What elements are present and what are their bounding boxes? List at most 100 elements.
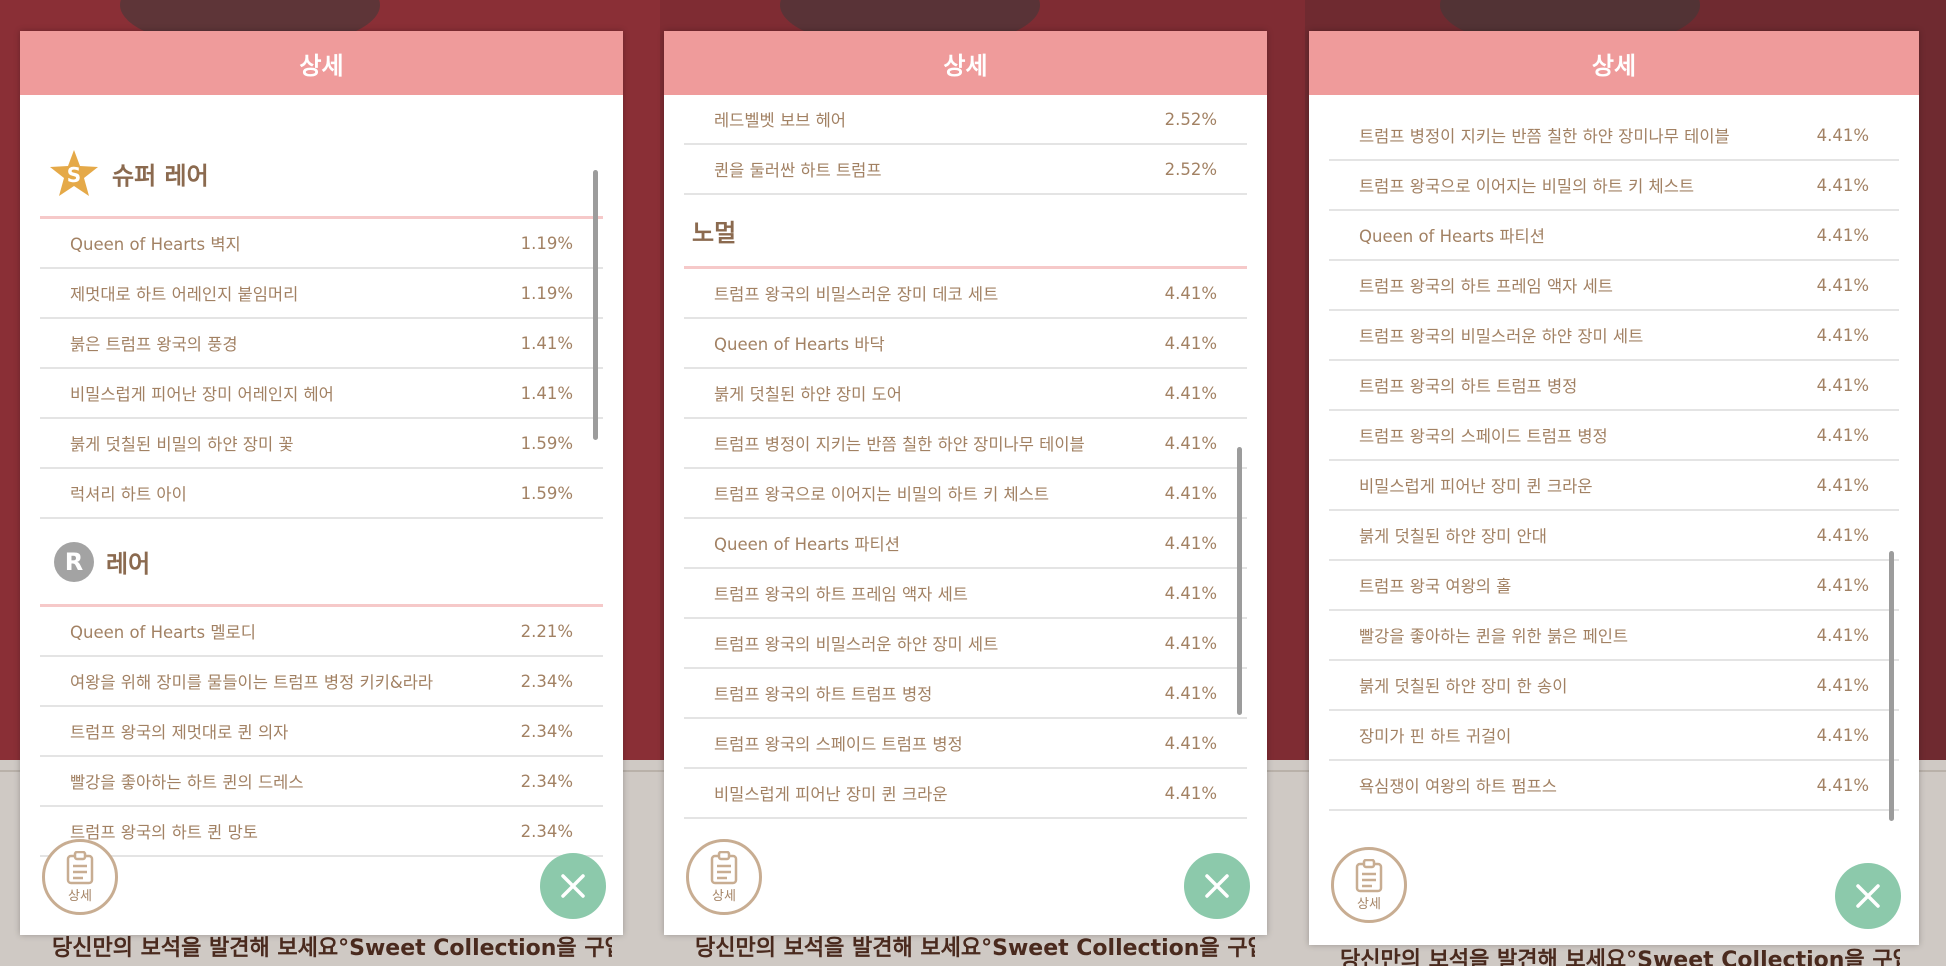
item-name: 비밀스럽게 피어난 장미 퀸 크라운	[714, 785, 948, 804]
item-probability: 2.34%	[520, 821, 573, 841]
item-name: 트럼프 왕국의 스페이드 트럼프 병정	[714, 735, 963, 754]
item-probability: 4.41%	[1164, 583, 1217, 603]
list-item: 트럼프 왕국의 비밀스러운 하얀 장미 세트 4.41%	[684, 619, 1247, 669]
item-probability: 4.41%	[1164, 433, 1217, 453]
item-probability: 4.41%	[1816, 425, 1869, 445]
list-item: 트럼프 왕국의 하트 프레임 액자 세트 4.41%	[684, 569, 1247, 619]
item-probability: 1.41%	[520, 383, 573, 403]
scrollbar[interactable]	[1889, 551, 1894, 821]
item-probability: 4.41%	[1816, 575, 1869, 595]
item-name: Queen of Hearts 벽지	[70, 235, 241, 254]
close-button[interactable]	[1184, 853, 1250, 919]
item-name: 빨강을 좋아하는 퀸을 위한 붉은 페인트	[1359, 627, 1629, 646]
item-name: 트럼프 왕국의 비밀스러운 하얀 장미 세트	[1359, 327, 1644, 346]
panel-header: 상세	[1309, 31, 1919, 95]
section-title: 레어	[106, 550, 151, 578]
item-probability: 4.41%	[1816, 125, 1869, 145]
promo-banner-text: 당신만의 보석을 발견해 보세요°Sweet Collection을 구입	[1340, 948, 1900, 966]
circle-badge-icon: R	[54, 541, 94, 582]
detail-panel: 상세 트럼프 병정이 지키는 반쯤 칠한 하얀 장미나무 테이블 4.41% 트럼…	[1309, 31, 1919, 945]
item-name: Queen of Hearts 파티션	[714, 535, 900, 554]
item-name: Queen of Hearts 파티션	[1359, 227, 1545, 246]
list-item: 욕심쟁이 여왕의 하트 펌프스 4.41%	[1329, 761, 1899, 811]
close-icon	[561, 874, 585, 898]
item-probability: 4.41%	[1816, 325, 1869, 345]
list-item: Queen of Hearts 멜로디 2.21%	[40, 607, 603, 657]
detail-button[interactable]: 상세	[686, 839, 762, 915]
detail-panel: 상세 S 슈퍼 레어 Queen of Hearts 벽지 1.19% 제멋대로 …	[20, 31, 623, 935]
list-item: 여왕을 위해 장미를 물들이는 트럼프 병정 키키&라라 2.34%	[40, 657, 603, 707]
clipboard-icon	[66, 850, 94, 884]
item-probability: 4.41%	[1816, 475, 1869, 495]
detail-button[interactable]: 상세	[1331, 847, 1407, 923]
super-rare-list: Queen of Hearts 벽지 1.19% 제멋대로 하트 어레인지 붙임머…	[40, 219, 603, 519]
close-button[interactable]	[540, 853, 606, 919]
item-name: 비밀스럽게 피어난 장미 어레인지 헤어	[70, 385, 334, 404]
item-name: Queen of Hearts 멜로디	[70, 623, 256, 642]
item-probability: 4.41%	[1164, 333, 1217, 353]
item-probability: 4.41%	[1816, 775, 1869, 795]
list-item: 붉게 덧칠된 비밀의 하얀 장미 꽃 1.59%	[40, 419, 603, 469]
item-probability: 2.52%	[1164, 159, 1217, 179]
item-name: 퀸을 둘러싼 하트 트럼프	[714, 161, 882, 180]
item-probability: 2.34%	[520, 721, 573, 741]
close-button[interactable]	[1835, 863, 1901, 929]
item-probability: 4.41%	[1164, 383, 1217, 403]
list-item: 트럼프 왕국의 제멋대로 퀸 의자 2.34%	[40, 707, 603, 757]
scrollbar[interactable]	[1237, 447, 1242, 715]
item-probability: 1.19%	[520, 283, 573, 303]
item-name: 트럼프 병정이 지키는 반쯤 칠한 하얀 장미나무 테이블	[1359, 127, 1730, 146]
item-probability: 4.41%	[1164, 683, 1217, 703]
close-icon	[1205, 874, 1229, 898]
item-name: 트럼프 왕국의 하트 트럼프 병정	[714, 685, 933, 704]
item-probability: 4.41%	[1164, 783, 1217, 803]
list-item: 장미가 핀 하트 귀걸이 4.41%	[1329, 711, 1899, 761]
list-item: 트럼프 왕국으로 이어지는 비밀의 하트 키 체스트 4.41%	[1329, 161, 1899, 211]
item-probability: 4.41%	[1816, 225, 1869, 245]
item-probability: 4.41%	[1164, 733, 1217, 753]
clipboard-icon	[1355, 858, 1383, 892]
list-item: 붉게 덧칠된 하얀 장미 안대 4.41%	[1329, 511, 1899, 561]
list-item: 트럼프 병정이 지키는 반쯤 칠한 하얀 장미나무 테이블 4.41%	[684, 419, 1247, 469]
detail-panel: 상세 레드벨벳 보브 헤어 2.52% 퀸을 둘러싼 하트 트럼프 2.52% 노멀…	[664, 31, 1267, 935]
item-probability: 4.41%	[1816, 175, 1869, 195]
item-name: 트럼프 왕국의 비밀스러운 하얀 장미 세트	[714, 635, 999, 654]
item-name: 비밀스럽게 피어난 장미 퀸 크라운	[1359, 477, 1593, 496]
item-name: 트럼프 왕국으로 이어지는 비밀의 하트 키 체스트	[1359, 177, 1695, 196]
item-name: 트럼프 왕국의 하트 프레임 액자 세트	[1359, 277, 1613, 296]
item-probability: 4.41%	[1816, 725, 1869, 745]
item-probability: 1.19%	[520, 233, 573, 253]
item-name: 여왕을 위해 장미를 물들이는 트럼프 병정 키키&라라	[70, 673, 434, 692]
item-name: 트럼프 왕국의 스페이드 트럼프 병정	[1359, 427, 1608, 446]
item-probability: 1.59%	[520, 433, 573, 453]
item-name: 욕심쟁이 여왕의 하트 펌프스	[1359, 777, 1557, 796]
item-probability: 2.52%	[1164, 109, 1217, 129]
item-name: 럭셔리 하트 아이	[70, 485, 187, 504]
list-item: 퀸을 둘러싼 하트 트럼프 2.52%	[684, 145, 1247, 195]
list-item: 트럼프 왕국의 하트 트럼프 병정 4.41%	[1329, 361, 1899, 411]
item-probability: 4.41%	[1816, 525, 1869, 545]
detail-button[interactable]: 상세	[42, 839, 118, 915]
list-item: 레드벨벳 보브 헤어 2.52%	[684, 95, 1247, 145]
list-item: Queen of Hearts 바닥 4.41%	[684, 319, 1247, 369]
item-name: 트럼프 왕국 여왕의 홀	[1359, 577, 1512, 596]
item-probability: 4.41%	[1816, 275, 1869, 295]
scrollbar[interactable]	[593, 170, 598, 440]
item-probability: 4.41%	[1816, 625, 1869, 645]
item-probability: 4.41%	[1164, 483, 1217, 503]
list-item: 비밀스럽게 피어난 장미 퀸 크라운 4.41%	[684, 769, 1247, 819]
item-name: 붉게 덧칠된 하얀 장미 한 송이	[1359, 677, 1568, 696]
promo-banner-text: 당신만의 보석을 발견해 보세요°Sweet Collection을 구입	[52, 936, 612, 961]
item-probability: 4.41%	[1816, 675, 1869, 695]
item-probability: 4.41%	[1164, 633, 1217, 653]
item-name: 트럼프 왕국의 하트 트럼프 병정	[1359, 377, 1578, 396]
item-probability: 2.21%	[520, 621, 573, 641]
list-item: 트럼프 왕국의 하트 프레임 액자 세트 4.41%	[1329, 261, 1899, 311]
panel-body: 레드벨벳 보브 헤어 2.52% 퀸을 둘러싼 하트 트럼프 2.52% 노멀 트럼…	[664, 95, 1267, 935]
item-probability: 4.41%	[1816, 375, 1869, 395]
section-normal: 노멀	[684, 195, 1247, 269]
item-name: 트럼프 왕국의 비밀스러운 장미 데코 세트	[714, 285, 999, 304]
list-item: 럭셔리 하트 아이 1.59%	[40, 469, 603, 519]
list-item: 트럼프 왕국 여왕의 홀 4.41%	[1329, 561, 1899, 611]
list-item: 비밀스럽게 피어난 장미 어레인지 헤어 1.41%	[40, 369, 603, 419]
